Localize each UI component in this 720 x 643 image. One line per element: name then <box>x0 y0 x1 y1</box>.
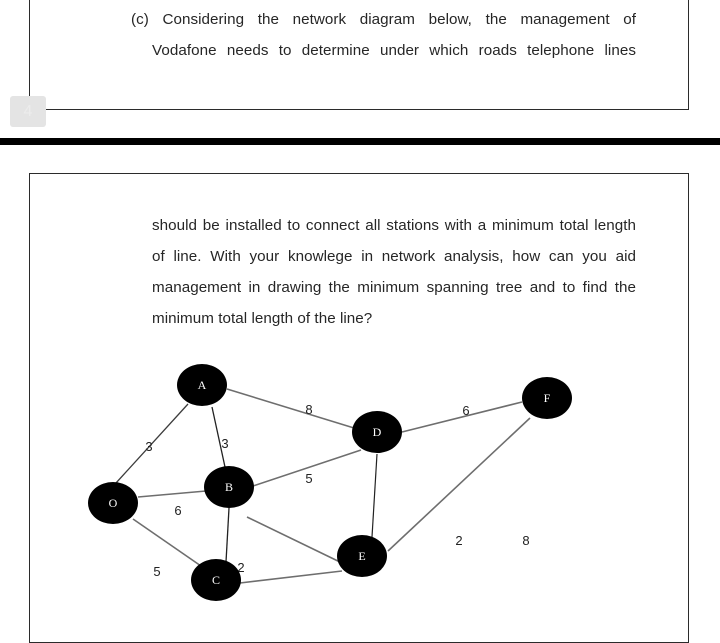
node-label: O <box>109 496 118 510</box>
node-b: B <box>204 466 254 508</box>
node-d: D <box>352 411 402 453</box>
edge-weight-o-b: 6 <box>174 503 181 518</box>
node-a: A <box>177 364 227 406</box>
edge-b-c <box>225 507 230 563</box>
edge-weight-o-c: 5 <box>153 564 160 579</box>
edge-weight-a-b: 3 <box>221 436 228 451</box>
edge-a-d <box>226 388 355 429</box>
node-label: A <box>198 378 207 392</box>
edge-weight-a-d: 8 <box>305 402 312 417</box>
node-o: O <box>88 482 138 524</box>
edge-c-e <box>239 570 343 584</box>
edge-weight-b-d: 5 <box>305 471 312 486</box>
network-diagram: 3 38565 262 8 OABCDEF <box>88 364 572 601</box>
edge-o-b <box>137 490 207 498</box>
node-label: C <box>212 573 220 587</box>
node-label: F <box>544 391 551 405</box>
node-label: E <box>358 549 365 563</box>
edge-d-e <box>371 453 378 538</box>
edges <box>115 388 531 584</box>
edge-weight-d-f: 6 <box>462 403 469 418</box>
node-label: D <box>373 425 382 439</box>
edge-e-f <box>387 417 531 552</box>
edge-b-e <box>246 516 343 564</box>
floating-weight-label: 8 <box>522 533 529 548</box>
edge-o-c <box>132 518 202 567</box>
node-e: E <box>337 535 387 577</box>
node-f: F <box>522 377 572 419</box>
edge-weight-o-a: 3 <box>145 439 152 454</box>
node-c: C <box>191 559 241 601</box>
floating-weight-label: 2 <box>455 533 462 548</box>
node-label: B <box>225 480 233 494</box>
